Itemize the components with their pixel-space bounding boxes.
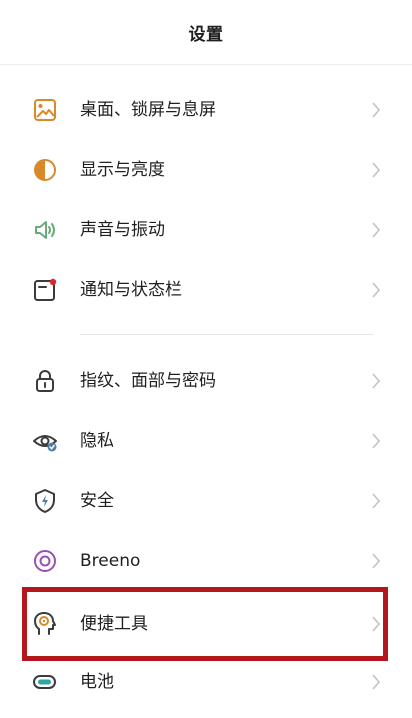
settings-item-display-brightness[interactable]: 显示与亮度	[0, 142, 412, 198]
chevron-right-icon	[372, 222, 380, 238]
settings-item-label: 便捷工具	[80, 614, 148, 634]
lock-icon	[31, 367, 59, 395]
privacy-eye-icon	[31, 427, 59, 455]
settings-item-label: 桌面、锁屏与息屏	[80, 100, 216, 120]
breeno-icon	[31, 547, 59, 575]
settings-item-notification-statusbar[interactable]: 通知与状态栏	[0, 262, 412, 318]
settings-item-label: 隐私	[80, 431, 114, 451]
chevron-right-icon	[372, 493, 380, 509]
chevron-right-icon	[372, 282, 380, 298]
shield-icon	[31, 487, 59, 515]
settings-item-sound-vibration[interactable]: 声音与振动	[0, 202, 412, 258]
settings-item-battery[interactable]: 电池	[0, 654, 412, 710]
chevron-right-icon	[372, 162, 380, 178]
chevron-right-icon	[372, 433, 380, 449]
settings-item-label: 电池	[80, 672, 114, 692]
settings-item-label: 显示与亮度	[80, 160, 165, 180]
sound-icon	[31, 216, 59, 244]
chevron-right-icon	[372, 674, 380, 690]
settings-item-label: Breeno	[80, 551, 141, 571]
settings-item-security[interactable]: 安全	[0, 473, 412, 529]
settings-item-label: 声音与振动	[80, 220, 165, 240]
wallpaper-icon	[31, 96, 59, 124]
settings-item-label: 指纹、面部与密码	[80, 371, 216, 391]
page-title: 设置	[188, 24, 224, 45]
settings-item-fingerprint-face-password[interactable]: 指纹、面部与密码	[0, 353, 412, 409]
chevron-right-icon	[372, 373, 380, 389]
settings-item-convenience-tools[interactable]: 便捷工具	[0, 596, 412, 652]
chevron-right-icon	[372, 616, 380, 632]
settings-item-label: 通知与状态栏	[80, 280, 182, 300]
header: 设置	[0, 0, 412, 65]
section-divider	[80, 334, 374, 335]
settings-item-breeno[interactable]: Breeno	[0, 533, 412, 589]
notification-icon	[31, 276, 59, 304]
settings-item-label: 安全	[80, 491, 114, 511]
chevron-right-icon	[372, 553, 380, 569]
convenience-tools-icon	[31, 610, 59, 638]
settings-item-desktop-lockscreen[interactable]: 桌面、锁屏与息屏	[0, 82, 412, 138]
chevron-right-icon	[372, 102, 380, 118]
settings-screen: 设置 桌面、锁屏与息屏 显示与亮度 声音与振动 通知与状态栏 指纹、面部与密码 …	[0, 0, 412, 718]
battery-icon	[31, 668, 59, 696]
brightness-icon	[31, 156, 59, 184]
settings-item-privacy[interactable]: 隐私	[0, 413, 412, 469]
